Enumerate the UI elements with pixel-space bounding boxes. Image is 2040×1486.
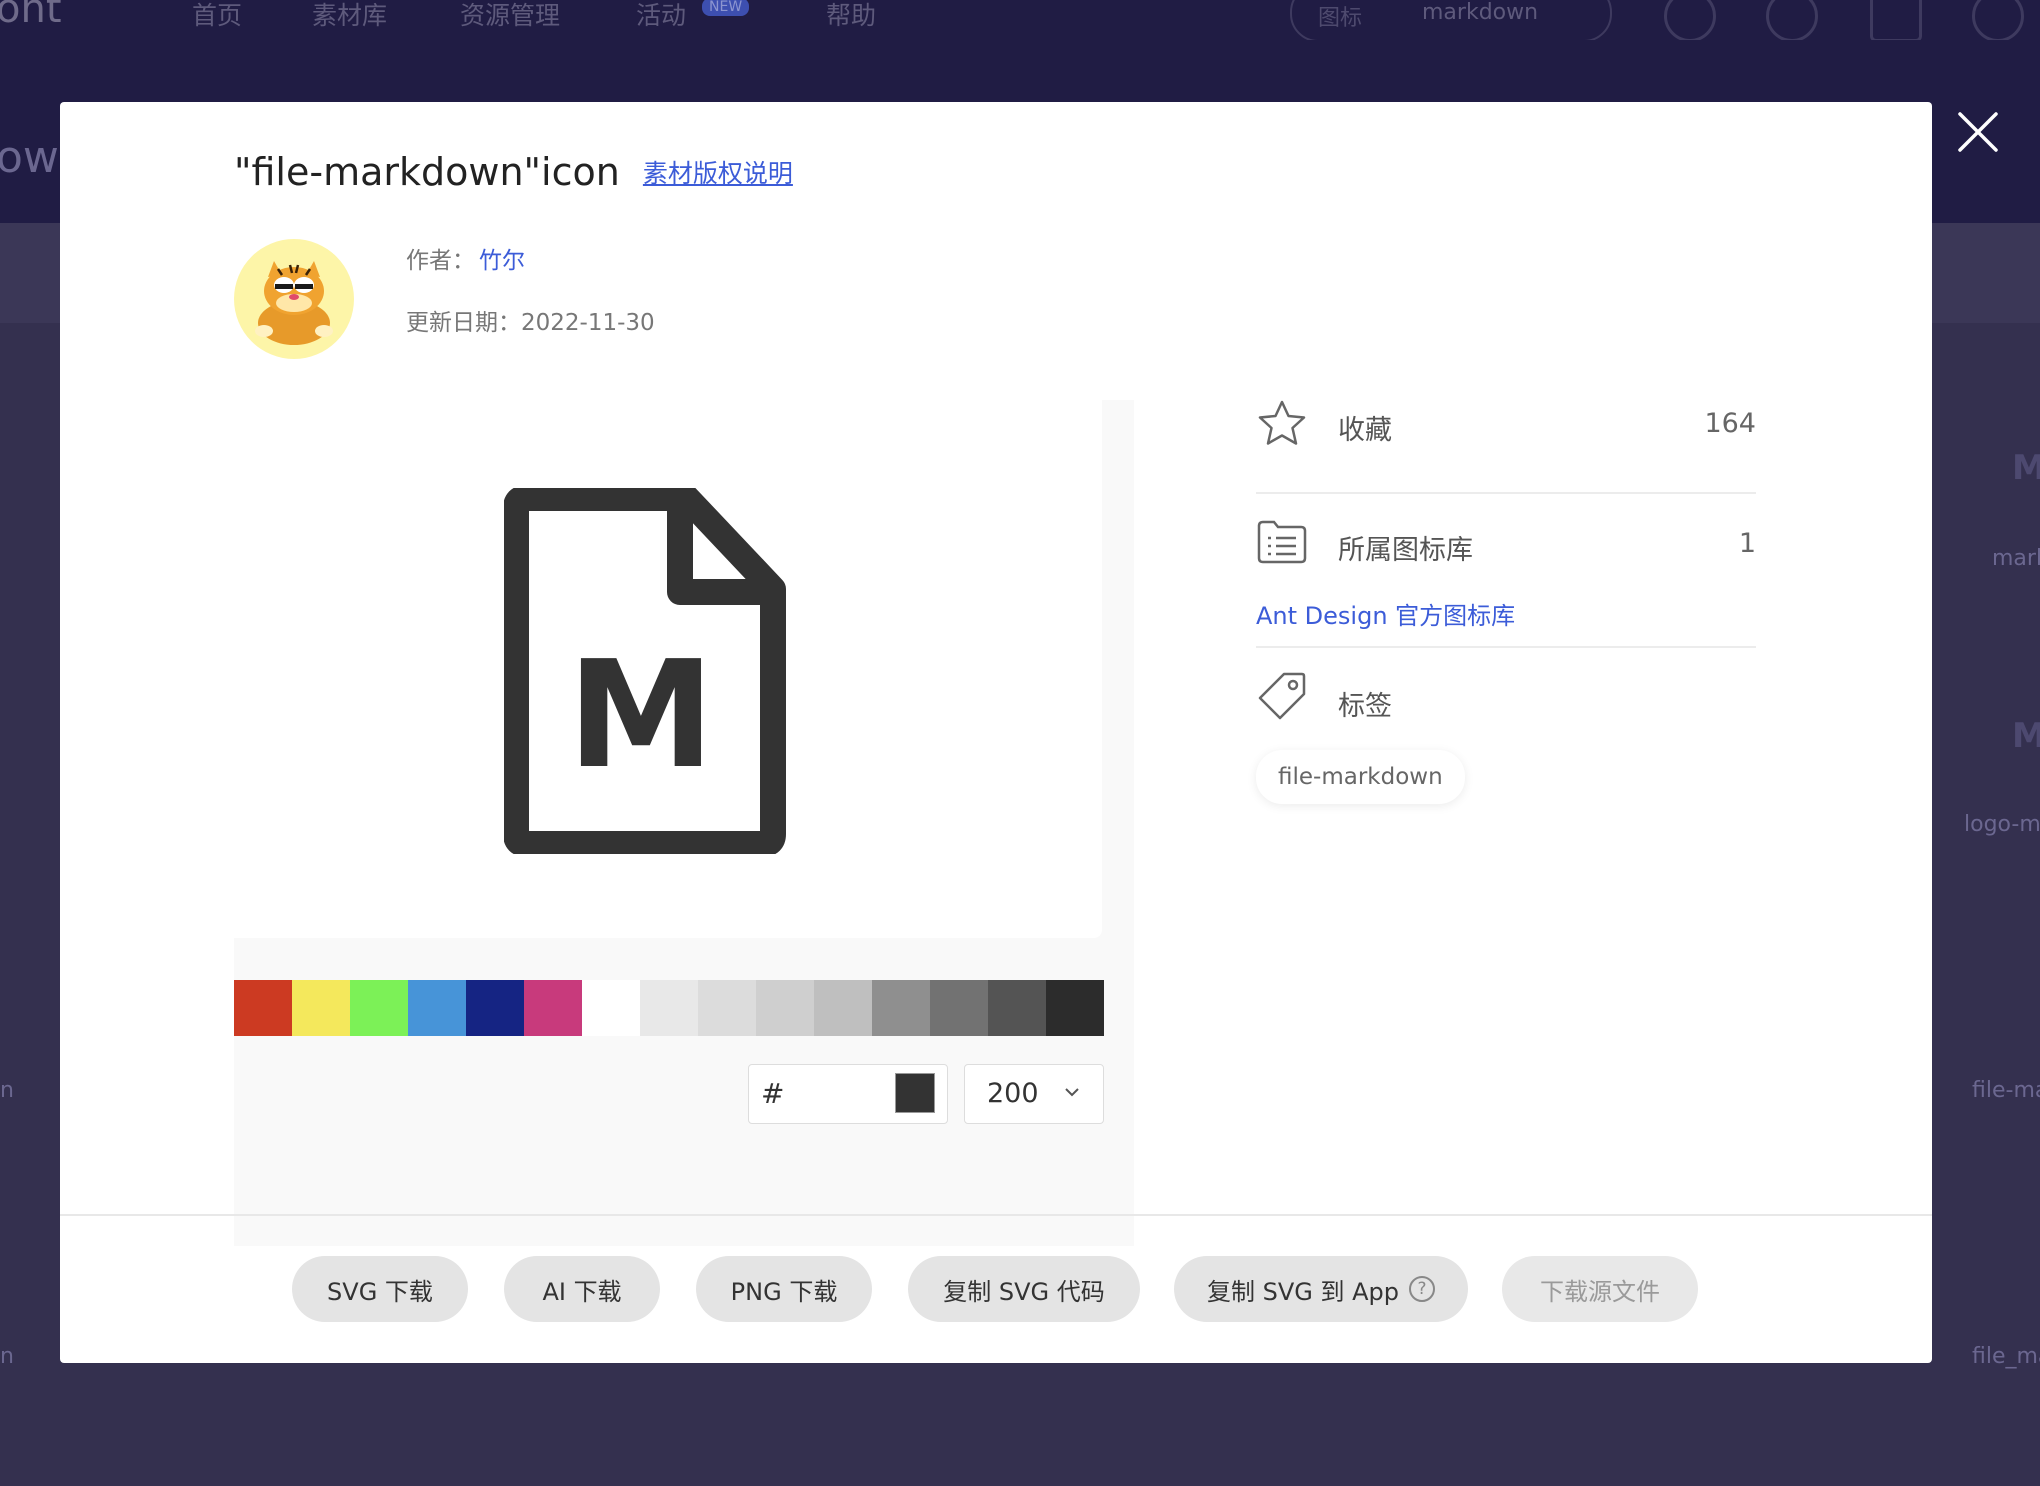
update-date: 更新日期：2022-11-30 — [406, 303, 655, 337]
result-icon-markdown[interactable]: M — [2012, 448, 2040, 488]
color-prefix: # — [761, 1077, 785, 1110]
favorite-label: 收藏 — [1338, 415, 1392, 446]
markdown-glyph: M — [567, 629, 714, 801]
upload-icon[interactable] — [1664, 0, 1716, 42]
title-row: "file-markdown"icon 素材版权说明 — [234, 150, 793, 194]
footer-divider — [60, 1214, 1932, 1216]
result-label[interactable]: logo-m — [1964, 812, 2040, 837]
nav-item-events[interactable]: 活动 — [636, 0, 686, 32]
color-chip[interactable] — [895, 1073, 935, 1113]
author-avatar[interactable] — [234, 239, 354, 359]
tags-row: 标签 — [1256, 668, 1756, 724]
color-swatch[interactable] — [466, 980, 524, 1036]
color-swatch[interactable] — [930, 980, 988, 1036]
copy-svg-to-app-label: 复制 SVG 到 App — [1206, 1277, 1400, 1306]
nav-item-help[interactable]: 帮助 — [826, 0, 876, 32]
search-input[interactable]: markdown — [1422, 0, 1538, 25]
color-swatch[interactable] — [234, 980, 292, 1036]
icon-title: "file-markdown"icon — [234, 150, 620, 194]
result-label[interactable]: n — [0, 1078, 14, 1103]
nav-item-resources[interactable]: 资源管理 — [460, 0, 560, 32]
nav-item-library[interactable]: 素材库 — [312, 0, 387, 32]
author-link[interactable]: 竹尔 — [479, 248, 525, 274]
search-type-select[interactable]: 图标 — [1318, 0, 1362, 32]
tag-chip[interactable]: file-markdown — [1256, 750, 1465, 804]
library-row: 所属图标库 1 — [1256, 514, 1756, 570]
library-link[interactable]: Ant Design 官方图标库 — [1256, 596, 1515, 631]
color-swatch[interactable] — [814, 980, 872, 1036]
color-input[interactable]: # — [748, 1064, 948, 1124]
ai-download-button[interactable]: AI 下载 — [504, 1256, 660, 1322]
favorite-count: 164 — [1704, 408, 1756, 439]
library-count: 1 — [1738, 528, 1756, 559]
color-swatches — [234, 980, 1104, 1036]
tag-icon — [1258, 672, 1306, 720]
tags-label: 标签 — [1338, 691, 1392, 722]
color-swatch[interactable] — [524, 980, 582, 1036]
close-button[interactable] — [1954, 108, 2002, 156]
result-label[interactable]: file-ma — [1972, 1078, 2040, 1103]
copy-svg-to-app-button[interactable]: 复制 SVG 到 App ? — [1174, 1256, 1468, 1322]
result-label[interactable]: n — [0, 1344, 14, 1369]
question-icon[interactable]: ? — [1409, 1276, 1436, 1302]
color-swatch[interactable] — [756, 980, 814, 1036]
svg-download-button[interactable]: SVG 下载 — [292, 1256, 468, 1322]
nav-item-home[interactable]: 首页 — [192, 0, 242, 32]
color-swatch[interactable] — [1046, 980, 1104, 1036]
color-swatch[interactable] — [640, 980, 698, 1036]
color-swatch[interactable] — [698, 980, 756, 1036]
divider — [1256, 492, 1756, 494]
preview-panel: M # 200 — [234, 400, 1134, 1246]
size-select[interactable]: 200 — [964, 1064, 1104, 1124]
new-badge: NEW — [702, 0, 750, 16]
divider — [1256, 646, 1756, 648]
color-swatch[interactable] — [988, 980, 1046, 1036]
file-markdown-icon: M — [504, 488, 786, 854]
close-icon — [1958, 112, 1998, 152]
cart-icon[interactable] — [1870, 0, 1922, 42]
icon-detail-modal: "file-markdown"icon 素材版权说明 作者： 竹尔 更新日期：20… — [60, 102, 1932, 1363]
size-value: 200 — [987, 1078, 1039, 1109]
result-label[interactable]: file_ma — [1972, 1344, 2040, 1369]
language-icon[interactable] — [1766, 0, 1818, 42]
update-value: 2022-11-30 — [521, 310, 655, 336]
star-icon[interactable] — [1256, 398, 1308, 450]
color-swatch[interactable] — [408, 980, 466, 1036]
chevron-down-icon — [1065, 1088, 1079, 1097]
result-label[interactable]: mark — [1992, 546, 2040, 571]
author-info: 作者： 竹尔 — [406, 241, 525, 275]
result-icon-logo-markdown[interactable]: M — [2012, 716, 2040, 756]
bell-icon[interactable] — [1972, 0, 2024, 42]
author-label: 作者： — [406, 248, 475, 274]
update-label: 更新日期： — [406, 310, 521, 336]
icon-preview-canvas: M — [234, 400, 1102, 938]
library-folder-icon — [1257, 520, 1307, 564]
color-swatch[interactable] — [872, 980, 930, 1036]
copy-svg-code-button[interactable]: 复制 SVG 代码 — [908, 1256, 1140, 1322]
download-actions: SVG 下载 AI 下载 PNG 下载 复制 SVG 代码 复制 SVG 到 A… — [60, 1256, 1932, 1322]
favorite-row[interactable]: 收藏 164 — [1256, 394, 1756, 450]
site-logo[interactable]: ont — [0, 0, 62, 32]
library-label: 所属图标库 — [1338, 535, 1473, 566]
copyright-link[interactable]: 素材版权说明 — [643, 154, 793, 190]
top-navbar: ont 首页 素材库 资源管理 活动 NEW 帮助 图标 markdown — [0, 0, 2040, 42]
download-source-button: 下载源文件 — [1502, 1256, 1698, 1322]
png-download-button[interactable]: PNG 下载 — [696, 1256, 872, 1322]
color-swatch[interactable] — [582, 980, 640, 1036]
color-swatch[interactable] — [292, 980, 350, 1036]
color-swatch[interactable] — [350, 980, 408, 1036]
search-box[interactable]: 图标 markdown — [1290, 0, 1612, 42]
garfield-avatar-icon — [255, 261, 333, 345]
